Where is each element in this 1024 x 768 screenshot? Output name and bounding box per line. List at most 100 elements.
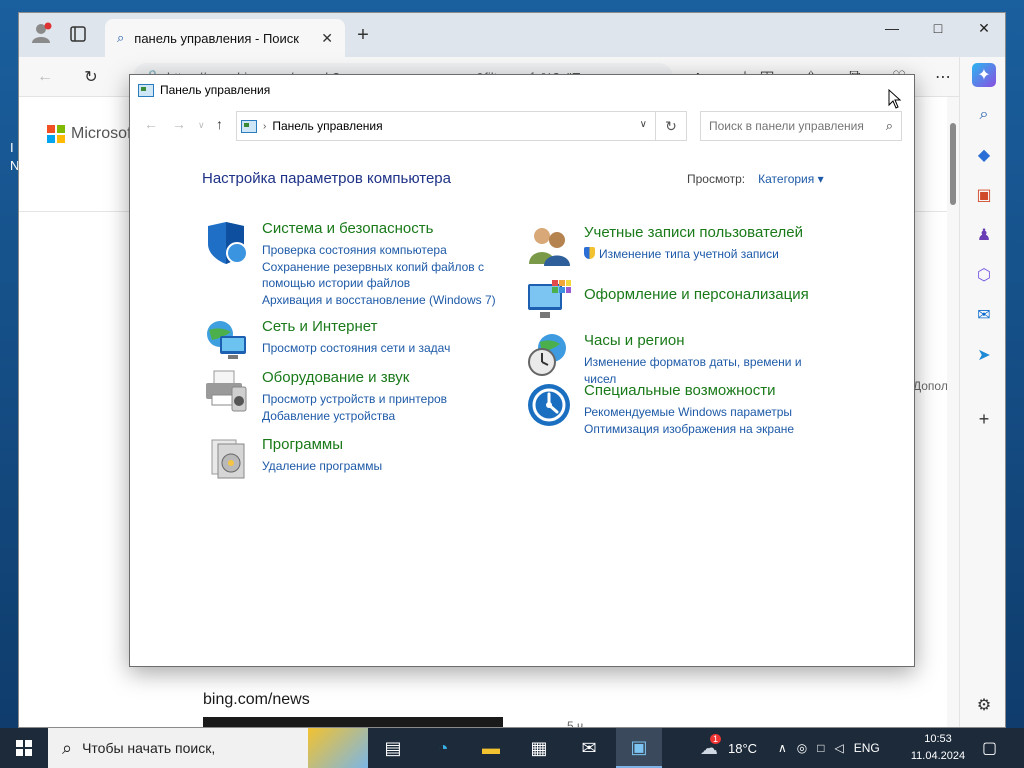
search-icon[interactable]: ⌕ <box>886 118 893 134</box>
programs-icon[interactable] <box>204 436 250 482</box>
category-link[interactable]: Просмотр состояния сети и задач <box>262 340 502 357</box>
uac-shield-icon <box>584 247 595 259</box>
copilot-icon[interactable]: ✦ <box>972 63 996 87</box>
category-title[interactable]: Оформление и персонализация <box>584 286 809 303</box>
window-title: Панель управления <box>160 83 271 97</box>
tools-icon[interactable]: ▣ <box>972 183 996 207</box>
category-link[interactable]: Удаление программы <box>262 458 502 475</box>
recent-pages-icon[interactable]: ∨ <box>198 120 205 131</box>
page-scrollbar[interactable] <box>947 97 959 727</box>
category-link[interactable]: Сохранение резервных копий файлов с помо… <box>262 259 494 292</box>
network-icon[interactable] <box>204 318 250 364</box>
browser-tab[interactable]: ⌕ панель управления - Поиск ✕ <box>105 19 345 57</box>
category-link[interactable]: Проверка состояния компьютера <box>262 242 502 259</box>
category-title[interactable]: Часы и регион <box>584 332 685 349</box>
cloud-icon: ☁ 1 <box>700 733 722 759</box>
news-image[interactable] <box>203 717 503 727</box>
scrollbar-thumb[interactable] <box>950 123 956 205</box>
category-title[interactable]: Система и безопасность <box>262 220 433 237</box>
settings-gear-icon[interactable]: ⚙ <box>972 693 996 717</box>
category-title[interactable]: Программы <box>262 436 343 453</box>
weather-badge: 1 <box>710 733 722 744</box>
back-icon[interactable]: ← <box>144 116 158 132</box>
control-panel-taskbar-icon[interactable]: ▣ <box>616 728 662 768</box>
close-tab-icon[interactable]: ✕ <box>321 30 333 47</box>
category-link[interactable]: Рекомендуемые Windows параметры <box>584 404 824 421</box>
microsoft365-icon[interactable]: ⬡ <box>972 263 996 287</box>
clock[interactable]: 10:53 11.04.2024 <box>908 731 968 765</box>
outlook-icon[interactable]: ✉ <box>972 303 996 327</box>
back-icon[interactable]: ← <box>35 67 55 87</box>
meet-now-icon[interactable]: ◎ <box>797 741 807 755</box>
store-icon[interactable]: ▦ <box>516 728 562 768</box>
breadcrumb-item[interactable]: Панель управления <box>272 119 382 133</box>
chevron-down-icon[interactable]: ∨ <box>640 119 647 130</box>
taskbar-search[interactable]: ⌕ Чтобы начать поиск, <box>48 728 368 768</box>
category-title[interactable]: Учетные записи пользователей <box>584 224 803 241</box>
category-title[interactable]: Сеть и Интернет <box>262 318 378 335</box>
start-button[interactable] <box>0 728 48 768</box>
control-panel-window: Панель управления ← → ∨ ↑ › Панель управ… <box>129 74 915 667</box>
search-icon[interactable]: ⌕ <box>972 103 996 127</box>
system-tray: ∧ ◎ □ ◁ ENG <box>778 728 880 768</box>
accessibility-icon[interactable] <box>526 382 572 428</box>
weather-widget[interactable]: ☁ 1 18°C <box>700 728 757 768</box>
shield-icon[interactable] <box>204 220 250 266</box>
tab-actions-icon[interactable] <box>69 25 87 43</box>
volume-muted-icon[interactable]: ◁ <box>835 741 844 755</box>
printer-icon[interactable] <box>204 369 250 415</box>
file-explorer-icon[interactable]: ▬ <box>468 728 514 768</box>
mail-icon[interactable]: ✉ <box>566 728 612 768</box>
chevron-up-icon[interactable]: ∧ <box>778 741 787 755</box>
refresh-button[interactable]: ↻ <box>655 111 687 141</box>
close-button[interactable]: ✕ <box>961 13 1005 43</box>
side-text: Допол <box>913 379 948 393</box>
category-link[interactable]: Добавление устройства <box>262 408 502 425</box>
view-selector: Просмотр: Категория <box>687 172 824 186</box>
add-sidebar-app-icon[interactable]: + <box>972 407 996 431</box>
category-title[interactable]: Оборудование и звук <box>262 369 409 386</box>
taskbar-search-placeholder: Чтобы начать поиск, <box>82 740 216 756</box>
browser-titlebar: ⌕ панель управления - Поиск ✕ + — □ ✕ <box>19 13 1005 57</box>
notifications-icon[interactable]: ▢ <box>982 728 997 768</box>
maximize-button[interactable]: □ <box>915 13 961 43</box>
profile-icon[interactable] <box>29 21 53 45</box>
refresh-icon[interactable]: ↻ <box>81 67 101 87</box>
control-panel-nav: ← → ∨ ↑ › Панель управления ∨ ↻ ⌕ <box>130 109 914 143</box>
forward-icon[interactable]: → <box>172 116 186 132</box>
minimize-button[interactable]: — <box>869 13 915 43</box>
send-icon[interactable]: ➤ <box>972 343 996 367</box>
new-tab-icon[interactable]: + <box>353 24 373 46</box>
news-time: 5 ч <box>567 719 584 728</box>
more-menu-icon[interactable]: ⋯ <box>933 67 953 87</box>
games-icon[interactable]: ♟ <box>972 223 996 247</box>
users-icon[interactable] <box>526 224 572 270</box>
task-view-icon[interactable]: ▤ <box>370 728 416 768</box>
category-link[interactable]: Архивация и восстановление (Windows 7) <box>262 292 522 309</box>
language-indicator[interactable]: ENG <box>854 741 880 755</box>
category-link[interactable]: Изменение типа учетной записи <box>599 247 779 261</box>
microsoft-logo-icon <box>47 125 65 143</box>
news-link[interactable]: bing.com/news <box>203 691 310 709</box>
control-panel-titlebar[interactable]: Панель управления <box>130 75 914 105</box>
appearance-icon[interactable] <box>526 278 572 324</box>
chevron-right-icon[interactable]: › <box>263 121 266 132</box>
microsoft-logo[interactable]: Microsoft <box>47 125 136 143</box>
desktop-text: I <box>10 140 14 155</box>
search-input[interactable] <box>709 119 869 133</box>
control-panel-icon <box>138 83 154 97</box>
view-dropdown[interactable]: Категория <box>758 172 823 186</box>
clock-region-icon[interactable] <box>526 332 572 378</box>
category-link[interactable]: Просмотр устройств и принтеров <box>262 391 502 408</box>
edge-app-icon[interactable]: ◔ <box>420 728 466 768</box>
up-icon[interactable]: ↑ <box>216 116 223 132</box>
category-link[interactable]: Оптимизация изображения на экране <box>584 421 824 438</box>
shopping-tag-icon[interactable]: ◆ <box>972 143 996 167</box>
search-highlight-image <box>308 728 368 768</box>
control-panel-search[interactable]: ⌕ <box>700 111 902 141</box>
breadcrumb[interactable]: › Панель управления ∨ <box>236 111 656 141</box>
tab-title: панель управления - Поиск <box>134 30 299 46</box>
network-tray-icon[interactable]: □ <box>817 741 824 755</box>
category-title[interactable]: Специальные возможности <box>584 382 776 399</box>
clock-date: 11.04.2024 <box>910 750 966 762</box>
